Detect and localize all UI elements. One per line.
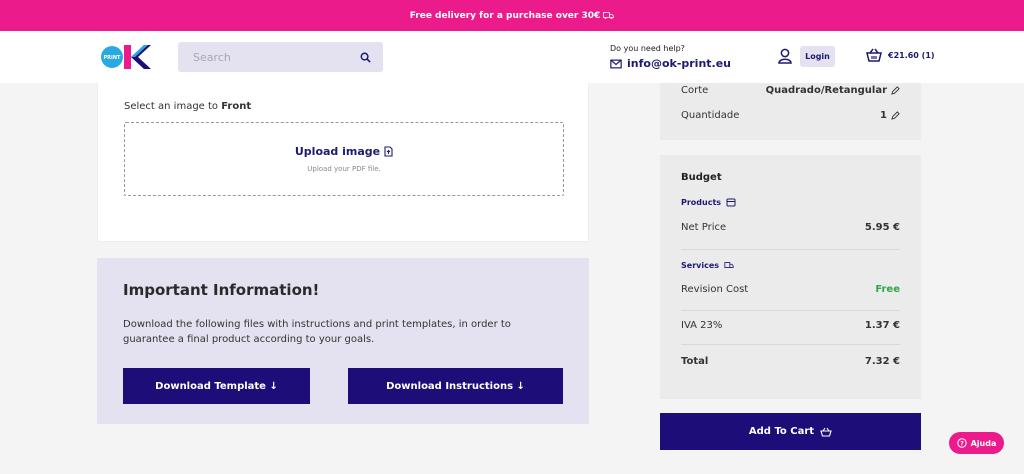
divider xyxy=(681,249,900,250)
help-chat-button[interactable]: ? Ajuda xyxy=(949,432,1004,454)
iva-row: IVA 23% 1.37 € xyxy=(681,320,900,331)
upload-label-prefix: Select an image to xyxy=(124,101,222,112)
download-instructions-button[interactable]: Download Instructions ↓ xyxy=(348,368,563,404)
pencil-icon[interactable] xyxy=(891,86,900,95)
important-info-panel: Important Information! Download the foll… xyxy=(97,258,589,424)
help-button-label: Ajuda xyxy=(970,438,997,448)
cart-total: €21.60 (1) xyxy=(888,50,935,60)
total-value: 7.32 € xyxy=(864,356,900,367)
revision-value: Free xyxy=(875,284,900,295)
net-price-label: Net Price xyxy=(681,222,727,233)
net-price-row: Net Price 5.95 € xyxy=(681,222,900,233)
option-value: Quadrado/Retangular xyxy=(766,85,900,96)
revision-cost-row: Revision Cost Free xyxy=(681,284,900,295)
search-icon[interactable] xyxy=(360,52,371,63)
truck-icon xyxy=(603,12,615,19)
upload-side-label: Select an image to Front xyxy=(124,101,251,112)
svg-text:PRINT: PRINT xyxy=(104,55,122,61)
upload-image-button[interactable]: Upload image xyxy=(295,145,393,158)
upload-label-side: Front xyxy=(221,101,252,112)
login-button[interactable]: Login xyxy=(800,46,835,67)
promo-banner: Free delivery for a purchase over 30€ xyxy=(0,0,1024,31)
services-label: Services xyxy=(681,261,720,270)
services-section-label: Services xyxy=(681,261,734,270)
cart-button[interactable]: €21.60 (1) xyxy=(866,48,935,62)
option-label: Corte xyxy=(681,85,709,96)
add-to-cart-button[interactable]: Add To Cart xyxy=(660,413,921,450)
promo-text: Free delivery for a purchase over 30€ xyxy=(409,10,601,21)
question-circle-icon: ? xyxy=(956,438,967,448)
total-label: Total xyxy=(681,356,709,367)
option-row-quantidade: Quantidade 1 xyxy=(681,110,900,121)
revision-label: Revision Cost xyxy=(681,284,749,295)
upload-title: Upload image xyxy=(294,145,381,158)
budget-panel: Budget Products Net Price 5.95 € Service… xyxy=(660,155,921,399)
svg-text:?: ? xyxy=(960,440,964,447)
search-box[interactable] xyxy=(178,42,383,72)
mail-icon xyxy=(610,59,622,68)
iva-value: 1.37 € xyxy=(864,320,900,331)
email-text: info@ok-print.eu xyxy=(627,57,732,70)
option-label: Quantidade xyxy=(681,110,740,121)
site-header: PRINT Do you need help? info@ok-print.eu… xyxy=(0,31,1024,83)
pencil-icon[interactable] xyxy=(891,111,900,120)
help-question: Do you need help? xyxy=(610,44,685,53)
upload-card: Select an image to Front Upload image Up… xyxy=(97,83,589,242)
total-row: Total 7.32 € xyxy=(681,356,900,367)
upload-dropzone[interactable]: Upload image Upload your PDF file. xyxy=(124,122,564,196)
iva-label: IVA 23% xyxy=(681,320,723,331)
option-value-text: 1 xyxy=(880,110,887,121)
products-section-label: Products xyxy=(681,198,736,207)
user-icon[interactable] xyxy=(778,48,792,64)
search-input[interactable] xyxy=(193,50,360,64)
box-icon xyxy=(726,198,736,207)
divider xyxy=(681,310,900,311)
truck-icon xyxy=(724,262,734,268)
option-value-text: Quadrado/Retangular xyxy=(765,85,887,96)
download-template-button[interactable]: Download Template ↓ xyxy=(123,368,310,404)
file-upload-icon xyxy=(384,146,393,157)
info-heading: Important Information! xyxy=(123,281,320,299)
divider xyxy=(681,344,900,345)
option-value: 1 xyxy=(880,110,900,121)
info-body: Download the following files with instru… xyxy=(123,319,511,345)
option-row-corte: Corte Quadrado/Retangular xyxy=(681,85,900,96)
product-options: Corte Quadrado/Retangular Quantidade 1 xyxy=(660,83,921,140)
help-contact: Do you need help? info@ok-print.eu xyxy=(610,44,731,70)
budget-title: Budget xyxy=(681,172,722,183)
basket-icon xyxy=(820,427,832,437)
products-label: Products xyxy=(681,198,722,207)
net-price-value: 5.95 € xyxy=(864,222,900,233)
basket-icon xyxy=(866,48,882,62)
ok-print-logo[interactable]: PRINT xyxy=(100,43,152,71)
email-link[interactable]: info@ok-print.eu xyxy=(610,57,731,70)
add-to-cart-label: Add To Cart xyxy=(748,426,815,437)
upload-subtitle: Upload your PDF file. xyxy=(307,165,381,173)
